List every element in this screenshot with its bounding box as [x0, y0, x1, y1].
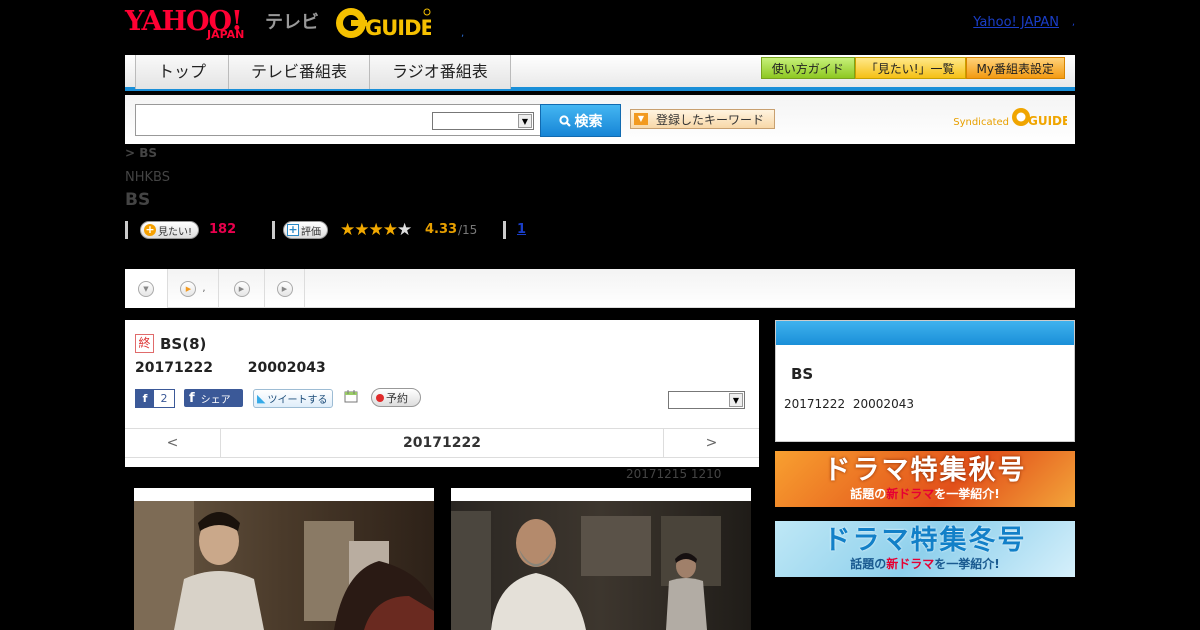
search-button-label: 検索 — [574, 113, 603, 130]
rating-count: /15 — [458, 223, 478, 237]
japan-logo-text: JAPAN — [207, 28, 245, 41]
svg-text:GUIDE: GUIDE — [1028, 114, 1067, 128]
header-separator-right: , — [1071, 17, 1075, 28]
triangle-down-icon: ▼ — [634, 113, 648, 125]
program-stats: + 見たい! 182 + 評価 ★★★★★ 4.33 /15 1 — [125, 220, 1075, 240]
episode-airtime: 20171222 20002043 — [135, 360, 326, 376]
episode-title: BS(8) — [160, 334, 207, 353]
reserve-button[interactable]: 予約 — [371, 388, 421, 407]
program-subtabs: ▼ ▶ , ▶ ▶ — [125, 269, 1075, 308]
updated-timestamp: 20171215 1210 — [626, 467, 722, 481]
chevron-down-icon: ▼ — [518, 114, 532, 128]
plus-icon: + — [144, 223, 156, 236]
subtab-2[interactable]: ▶ , — [168, 269, 219, 308]
svg-text:GUIDE: GUIDE — [365, 16, 431, 40]
search-button[interactable]: 検索 — [540, 104, 621, 137]
next-episode-button[interactable]: > — [664, 429, 759, 457]
autumn-drama-banner[interactable]: ドラマ特集秋号 話題の新ドラマを一挙紹介! — [775, 451, 1075, 507]
registered-keywords-button[interactable]: ▼ 登録したキーワード — [630, 109, 775, 129]
winter-drama-banner[interactable]: ドラマ特集冬号 話題の新ドラマを一挙紹介! — [775, 521, 1075, 577]
episode-pager: < 20171222 > — [125, 428, 759, 458]
episode-photo-1[interactable] — [134, 488, 434, 630]
want-label: 見たい! — [158, 226, 193, 238]
filled-stars: ★★★★ — [340, 220, 398, 240]
sidebar-airtime: 20171222 20002043 — [784, 397, 914, 411]
winter-banner-title: ドラマ特集冬号 — [823, 525, 1027, 556]
subtab-1[interactable]: ▼ — [125, 269, 168, 308]
page-title: BS — [125, 190, 151, 210]
channel-name: NHKBS — [125, 170, 170, 185]
site-header: YAHOO! JAPAN テレビ GUIDE , Yahoo! JAPAN , — [125, 0, 1075, 52]
autumn-banner-subtitle: 話題の新ドラマを一挙紹介! — [850, 487, 1000, 501]
chevron-down-icon: ▼ — [729, 393, 743, 407]
subtab-4[interactable]: ▶ — [265, 269, 305, 308]
stats-divider — [272, 221, 275, 239]
rating-stars: ★★★★★ — [340, 220, 412, 240]
yahoo-japan-link[interactable]: Yahoo! JAPAN — [973, 15, 1059, 30]
reserve-label: 予約 — [386, 391, 408, 405]
final-episode-badge: 終 — [135, 334, 154, 353]
play-icon: ▶ — [276, 280, 293, 297]
airtime-sidebar: BS 20171222 20002043 — [775, 320, 1075, 442]
review-count-link[interactable]: 1 — [517, 222, 526, 237]
sidebar-title: BS — [791, 365, 814, 383]
episode-select[interactable]: ▼ — [668, 391, 745, 409]
subtab-3[interactable]: ▶ — [219, 269, 265, 308]
nav-tab-tv-listings[interactable]: テレビ番組表 — [229, 55, 371, 89]
sidebar-header-bar — [776, 321, 1074, 345]
my-listings-settings-button[interactable]: My番組表設定 — [965, 57, 1065, 79]
main-nav: トップ テレビ番組表 ラジオ番組表 使い方ガイド 「見たい!」一覧 My番組表設… — [125, 55, 1075, 91]
gguide-logo[interactable]: GUIDE — [335, 6, 435, 40]
breadcrumb[interactable]: > BS — [125, 146, 157, 160]
episode-panel: 終 BS(8) 20171222 20002043 f 2 f シェア ◣ ツイ… — [125, 320, 759, 467]
facebook-like-button[interactable]: f 2 — [135, 389, 175, 408]
facebook-share-label: シェア — [200, 394, 231, 406]
guide-button[interactable]: 使い方ガイド — [760, 57, 855, 79]
search-icon — [558, 114, 571, 127]
calendar-add-icon[interactable] — [343, 388, 359, 404]
play-icon: ▶ — [233, 280, 250, 297]
current-episode-date: 20171222 — [220, 429, 664, 457]
search-bar: ▼ 検索 ▼ 登録したキーワード Syndicated GUIDE — [125, 95, 1075, 144]
header-separator: , — [461, 28, 465, 39]
rate-label: 評価 — [301, 226, 321, 238]
syndicated-gguide-logo: Syndicated GUIDE — [953, 105, 1067, 128]
tweet-label: ツイートする — [267, 395, 328, 406]
episode-header: 終 BS(8) — [135, 334, 206, 353]
subtab-2-dot: , — [202, 283, 206, 294]
rating-score: 4.33 — [425, 222, 458, 237]
share-row: f 2 f シェア ◣ ツイートする 予約 — [135, 388, 745, 408]
record-dot-icon — [376, 393, 384, 402]
winter-banner-subtitle: 話題の新ドラマを一挙紹介! — [850, 557, 1000, 571]
plus-icon: + — [287, 223, 299, 236]
registered-keywords-label: 登録したキーワード — [656, 112, 765, 127]
tweet-button[interactable]: ◣ ツイートする — [253, 389, 333, 408]
empty-stars: ★ — [396, 220, 412, 240]
play-icon: ▶ — [180, 280, 197, 297]
tv-logo-text[interactable]: テレビ — [265, 8, 319, 34]
stats-divider — [125, 221, 128, 239]
rate-button[interactable]: + 評価 — [283, 221, 328, 239]
nav-tab-radio-listings[interactable]: ラジオ番組表 — [370, 55, 511, 89]
want-count: 182 — [209, 222, 237, 237]
autumn-banner-title: ドラマ特集秋号 — [823, 455, 1027, 486]
facebook-icon: f — [136, 390, 154, 407]
search-category-select[interactable]: ▼ — [432, 112, 534, 130]
prev-episode-button[interactable]: < — [125, 429, 220, 457]
facebook-icon: f — [189, 390, 195, 406]
episode-photo-2[interactable] — [451, 488, 751, 630]
chevron-down-icon: ▼ — [138, 280, 154, 297]
nav-tabs: トップ テレビ番組表 ラジオ番組表 — [135, 55, 511, 89]
facebook-share-button[interactable]: f シェア — [184, 389, 243, 407]
want-button[interactable]: + 見たい! — [140, 221, 200, 239]
stats-divider — [503, 221, 506, 239]
nav-tab-top[interactable]: トップ — [136, 55, 230, 89]
syndicated-label: Syndicated — [953, 117, 1009, 128]
twitter-bird-icon: ◣ — [257, 392, 266, 405]
facebook-like-count: 2 — [160, 392, 168, 405]
want-list-button[interactable]: 「見たい!」一覧 — [854, 57, 966, 79]
nav-utility-buttons: 使い方ガイド 「見たい!」一覧 My番組表設定 — [760, 57, 1065, 79]
